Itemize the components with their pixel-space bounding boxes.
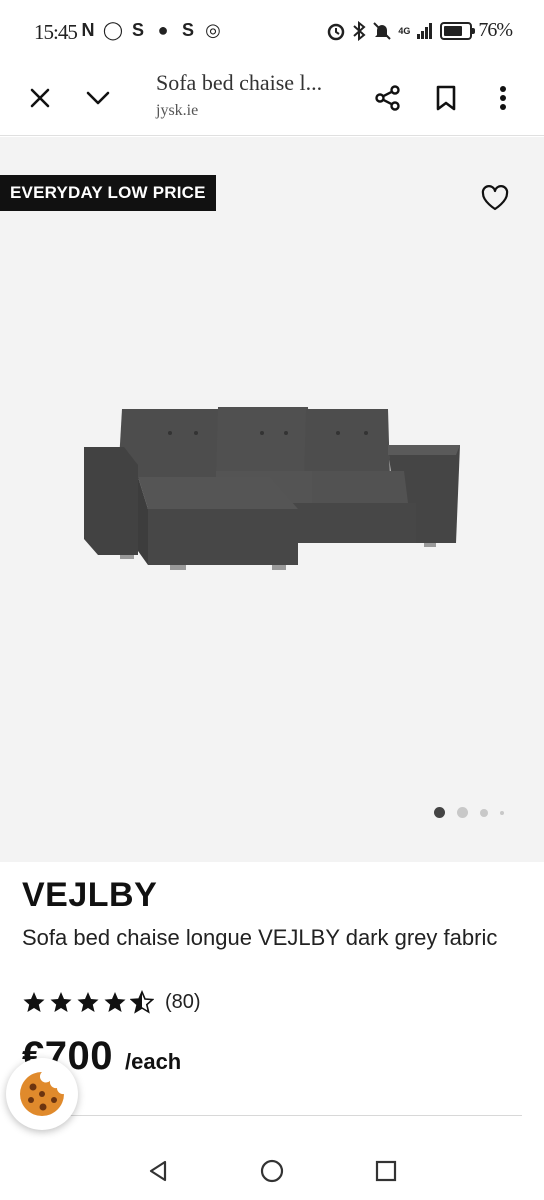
bookmark-icon <box>436 85 456 111</box>
nav-home-button[interactable] <box>257 1156 287 1186</box>
star-full-icon <box>104 992 126 1012</box>
share-button[interactable] <box>366 76 410 120</box>
status-bar: 15:45 N ◯ S ● S ◎ 4G 76% <box>0 0 544 62</box>
s-app-icon-2: S <box>181 19 194 40</box>
nav-recents-button[interactable] <box>371 1156 401 1186</box>
minimize-button[interactable] <box>76 76 120 120</box>
alarm-icon <box>328 23 345 40</box>
system-nav-bar <box>0 1140 544 1200</box>
product-rating[interactable]: (80) <box>22 990 201 1014</box>
nfc-icon: N <box>81 19 95 40</box>
bookmark-button[interactable] <box>424 76 468 120</box>
carousel-dot-2[interactable] <box>457 807 468 818</box>
carousel-dot-4[interactable] <box>500 810 504 815</box>
product-description: Sofa bed chaise longue VEJLBY dark grey … <box>22 925 498 950</box>
carousel-dot-3[interactable] <box>480 808 488 817</box>
heart-icon <box>481 185 509 211</box>
signal-icon <box>417 22 433 39</box>
more-vert-icon <box>500 86 506 110</box>
nav-back-button[interactable] <box>143 1156 173 1186</box>
battery-icon <box>440 21 476 40</box>
bluetooth-icon <box>353 20 366 41</box>
system-icons: 4G 76% <box>326 19 513 42</box>
star-full-icon <box>23 992 45 1012</box>
notification-icons: N ◯ S ● S ◎ <box>78 19 223 41</box>
product-image-sofa <box>84 407 460 570</box>
wishlist-button[interactable] <box>480 183 510 213</box>
recents-square-icon <box>375 1160 397 1182</box>
back-triangle-icon <box>149 1160 167 1182</box>
carousel-indicator[interactable] <box>434 807 504 818</box>
chevron-down-icon <box>86 91 110 105</box>
mute-icon <box>373 21 392 40</box>
browser-toolbar: Sofa bed chaise l... jysk.ie <box>0 62 544 136</box>
share-icon <box>375 85 400 111</box>
close-icon <box>30 88 50 108</box>
price-badge: EVERYDAY LOW PRICE <box>0 175 216 211</box>
page-domain[interactable]: jysk.ie <box>156 102 198 120</box>
more-options-button[interactable] <box>481 76 525 120</box>
close-tab-button[interactable] <box>18 76 62 120</box>
divider <box>22 1115 522 1116</box>
product-brand: VEJLBY <box>22 876 158 914</box>
chat-icon: ● <box>157 19 169 40</box>
star-full-icon <box>77 992 99 1012</box>
rating-count[interactable]: (80) <box>165 991 201 1014</box>
product-gallery[interactable]: EVERYDAY LOW PRICE <box>0 137 544 862</box>
carousel-dot-1[interactable] <box>434 807 445 818</box>
cookie-settings-button[interactable] <box>6 1058 78 1130</box>
cookie-icon <box>20 1072 64 1116</box>
star-half-icon <box>130 990 154 1014</box>
status-time: 15:45 <box>34 20 78 44</box>
home-circle-icon <box>260 1159 284 1183</box>
s-app-icon: S <box>131 19 144 40</box>
instagram-icon: ◎ <box>205 19 221 40</box>
page-title[interactable]: Sofa bed chaise l... <box>156 70 336 96</box>
whatsapp-icon: ◯ <box>102 19 124 40</box>
star-full-icon <box>50 992 72 1012</box>
battery-percent: 76% <box>478 19 513 41</box>
battery-fill <box>444 25 462 36</box>
network-label: 4G <box>398 25 411 36</box>
price-unit: /each <box>124 1049 182 1074</box>
